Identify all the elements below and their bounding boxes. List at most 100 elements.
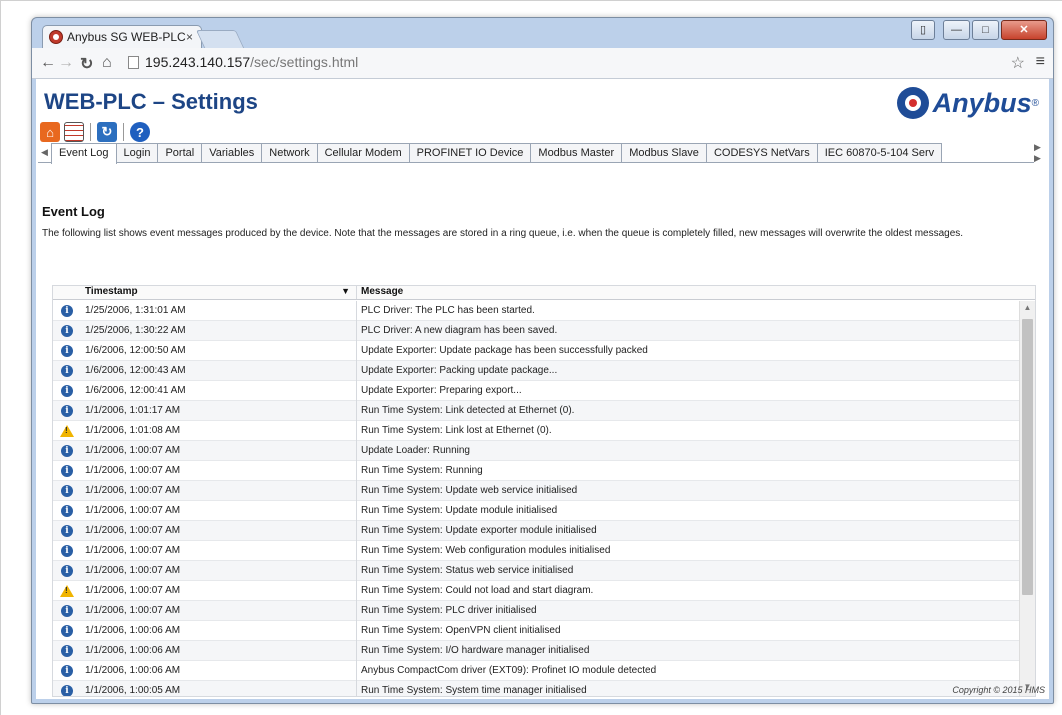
toolbar-divider [123,123,124,141]
table-row[interactable]: i 1/1/2006, 1:00:07 AM Run Time System: Up… [53,520,1021,541]
info-icon: i [61,644,73,657]
severity-cell: i [53,684,81,696]
timestamp-cell: 1/1/2006, 1:00:07 AM [81,500,357,521]
tab-modbus-slave[interactable]: Modbus Slave [621,143,707,162]
table-row[interactable]: i 1/1/2006, 1:00:07 AM Run Time System: Up… [53,480,1021,501]
severity-cell: i [53,504,81,517]
bookmark-star-icon[interactable]: ☆ [1011,53,1025,73]
timestamp-cell: 1/1/2006, 1:00:07 AM [81,480,357,501]
tab-network[interactable]: Network [261,143,318,162]
message-cell: Run Time System: Status web service init… [361,564,574,576]
table-row[interactable]: i 1/1/2006, 1:01:17 AM Run Time System: Li… [53,400,1021,421]
timestamp-cell: 1/1/2006, 1:00:06 AM [81,640,357,661]
table-row[interactable]: i 1/1/2006, 1:00:06 AM Anybus CompactCom d… [53,660,1021,681]
info-icon: i [61,504,73,517]
message-cell: Update Exporter: Update package has been… [361,344,648,356]
severity-cell: i [53,484,81,497]
page-toolbar: ⌂ ↻ ? [40,122,154,142]
tab-variables[interactable]: Variables [201,143,263,162]
browser-tab[interactable]: Anybus SG WEB-PLC × [42,25,202,49]
brand-name: Anybus [932,87,1032,118]
tab-portal[interactable]: Portal [157,143,203,162]
table-header: Timestamp ▼ Message [53,286,1035,300]
forward-arrow-icon[interactable]: → [58,54,74,72]
table-row[interactable]: i 1/1/2006, 1:00:06 AM Run Time System: I/… [53,640,1021,661]
severity-cell: i [53,644,81,657]
table-row[interactable]: i 1/1/2006, 1:00:06 AM Run Time System: Op… [53,620,1021,641]
section-title: Event Log [42,204,105,219]
tab-profinet-io-device[interactable]: PROFINET IO Device [408,143,532,162]
table-row[interactable]: i 1/6/2006, 12:00:41 AM Update Exporter: P… [53,380,1021,401]
timestamp-cell: 1/6/2006, 12:00:50 AM [81,340,357,361]
timestamp-cell: 1/1/2006, 1:00:07 AM [81,540,357,561]
timestamp-cell: 1/1/2006, 1:00:07 AM [81,520,357,541]
hamburger-menu-icon[interactable]: ≡ [1036,53,1045,71]
diagram-editor-icon[interactable] [64,122,84,142]
scrollbar-thumb[interactable] [1022,319,1033,595]
message-cell: Anybus CompactCom driver (EXT09): Profin… [361,664,657,676]
table-row[interactable]: i 1/1/2006, 1:00:07 AM Run Time System: St… [53,560,1021,581]
info-icon: i [61,304,73,317]
table-row[interactable]: i 1/1/2006, 1:00:05 AM Run Time System: Sy… [53,680,1021,696]
user-profile-icon[interactable]: ▯ [911,20,935,40]
info-icon: i [61,384,73,397]
scroll-up-icon[interactable]: ▲ [1020,303,1035,317]
table-scrollbar[interactable]: ▲ ▼ [1019,301,1035,696]
table-row[interactable]: i 1/6/2006, 12:00:50 AM Update Exporter: U… [53,340,1021,361]
timestamp-cell: 1/1/2006, 1:00:05 AM [81,680,357,696]
timestamp-cell: 1/1/2006, 1:00:07 AM [81,560,357,581]
anybus-logo: Anybus ® [896,85,1039,121]
table-row[interactable]: i 1/1/2006, 1:00:07 AM Run Time System: PL… [53,600,1021,621]
table-row[interactable]: i 1/25/2006, 1:30:22 AM PLC Driver: A new … [53,320,1021,341]
table-row[interactable]: i 1/1/2006, 1:00:07 AM Update Loader: Runn… [53,440,1021,461]
info-icon: i [61,364,73,377]
sort-descending-icon[interactable]: ▼ [341,286,350,296]
maximize-button[interactable]: □ [972,20,999,40]
minimize-button[interactable]: — [943,20,970,40]
tabs-scroll-left-icon[interactable]: ◀ [38,143,51,162]
table-row[interactable]: 1/1/2006, 1:00:07 AM Run Time System: Cou… [53,580,1021,601]
table-row[interactable]: i 1/6/2006, 12:00:43 AM Update Exporter: P… [53,360,1021,381]
address-bar[interactable]: 195.243.140.157/sec/settings.html [128,52,418,74]
reload-icon[interactable]: ↻ [80,54,93,74]
page-title: WEB-PLC – Settings [44,89,258,114]
timestamp-column-header[interactable]: Timestamp ▼ [81,286,357,299]
message-cell: Run Time System: Update module initialis… [361,504,558,516]
severity-cell: i [53,544,81,557]
refresh-icon[interactable]: ↻ [97,122,117,142]
tabs-scroll-right-icon[interactable]: ▶ ▶ [1034,142,1047,163]
settings-tabs: ◀ Event Log Login Portal Variables Netwo… [38,142,1047,164]
table-row[interactable]: i 1/1/2006, 1:00:07 AM Run Time System: Up… [53,500,1021,521]
table-row[interactable]: i 1/1/2006, 1:00:07 AM Run Time System: We… [53,540,1021,561]
new-tab-button[interactable] [195,30,245,48]
message-column-header[interactable]: Message [357,286,1035,299]
tab-close-icon[interactable]: × [186,30,193,44]
home-icon[interactable]: ⌂ [102,54,112,72]
timestamp-cell: 1/1/2006, 1:00:07 AM [81,460,357,481]
close-window-button[interactable]: ✕ [1001,20,1047,40]
tab-codesys-netvars[interactable]: CODESYS NetVars [705,143,818,162]
warning-icon [60,584,74,597]
severity-cell: i [53,624,81,637]
message-cell: Run Time System: Link lost at Ethernet (… [361,424,552,436]
severity-cell: i [53,384,81,397]
back-arrow-icon[interactable]: ← [40,54,56,72]
title-bar: Anybus SG WEB-PLC × ▯ — □ ✕ [32,18,1053,49]
severity-cell: i [53,344,81,357]
message-cell: Run Time System: Update web service init… [361,484,578,496]
home-page-icon[interactable]: ⌂ [40,122,60,142]
message-cell: Run Time System: Could not load and star… [361,584,594,596]
tab-iec-60870-5-104[interactable]: IEC 60870-5-104 Serv [816,143,943,162]
severity-column-header [53,286,81,299]
timestamp-cell: 1/6/2006, 12:00:43 AM [81,360,357,381]
url-host: 195.243.140.157 [145,54,251,70]
tab-event-log[interactable]: Event Log [51,143,117,164]
table-row[interactable]: 1/1/2006, 1:01:08 AM Run Time System: Lin… [53,420,1021,441]
tab-login[interactable]: Login [115,143,159,162]
help-icon[interactable]: ? [130,122,150,142]
table-row[interactable]: i 1/1/2006, 1:00:07 AM Run Time System: Ru… [53,460,1021,481]
tab-cellular-modem[interactable]: Cellular Modem [316,143,410,162]
tab-modbus-master[interactable]: Modbus Master [530,143,623,162]
table-row[interactable]: i 1/25/2006, 1:31:01 AM PLC Driver: The PL… [53,301,1021,321]
timestamp-cell: 1/6/2006, 12:00:41 AM [81,380,357,401]
